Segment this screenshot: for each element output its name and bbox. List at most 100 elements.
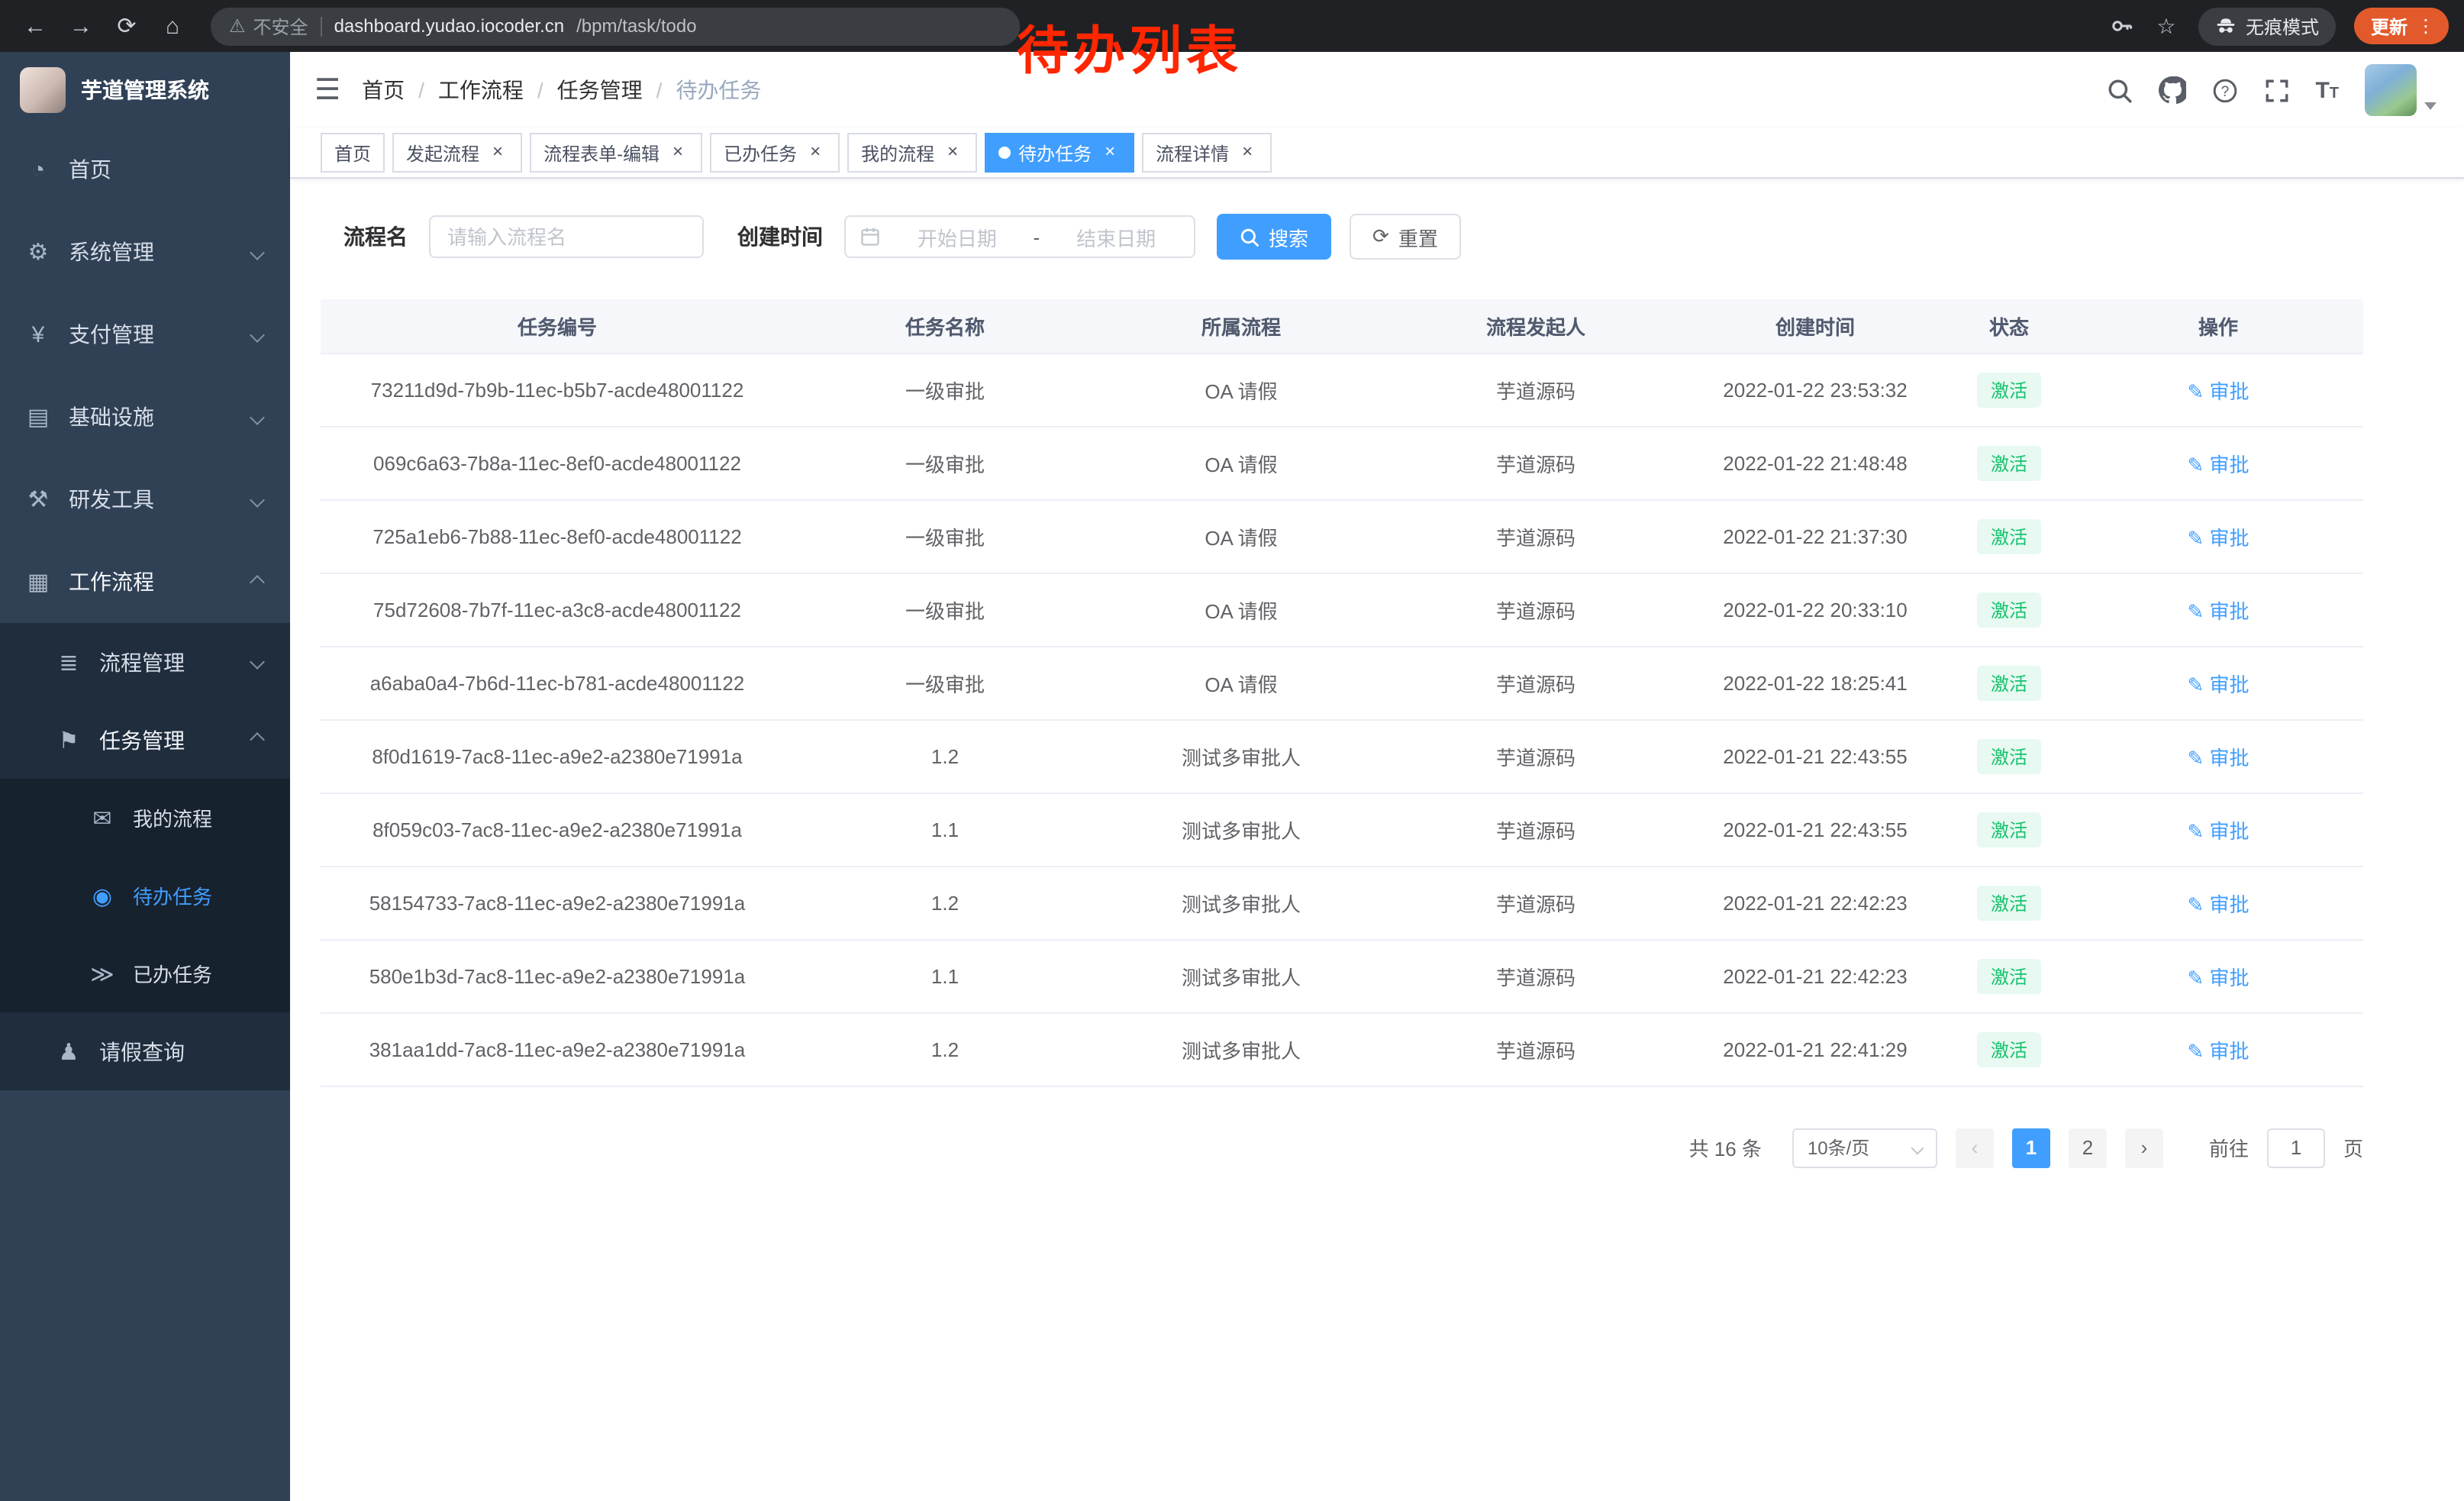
page-size-select[interactable]: 10条/页 (1792, 1128, 1937, 1167)
sidebar-toggle-button[interactable] (314, 73, 340, 108)
chevron-down-icon (250, 244, 265, 260)
pagination: 共 16 条 10条/页 1 2 前往 页 (321, 1128, 2363, 1167)
action-cell: 审批 (2073, 1012, 2363, 1086)
fullscreen-icon[interactable] (2263, 77, 2289, 103)
url-domain: dashboard.yudao.iocoder.cn (334, 15, 565, 37)
tab-close-icon[interactable] (667, 142, 689, 163)
tab-label: 发起流程 (406, 140, 479, 166)
sidebar-item-todo-tasks[interactable]: 待办任务 (0, 857, 290, 934)
date-range-picker[interactable]: 开始日期 - 结束日期 (844, 215, 1195, 258)
approve-link[interactable]: 审批 (2187, 673, 2249, 696)
task-management-icon (55, 726, 82, 754)
tab-process-detail[interactable]: 流程详情 (1142, 133, 1272, 173)
tab-close-icon[interactable] (487, 142, 508, 163)
sidebar-item-label: 任务管理 (99, 725, 185, 755)
tab-close-icon[interactable] (805, 142, 826, 163)
tab-close-icon[interactable] (1237, 142, 1258, 163)
person-icon (55, 1038, 82, 1065)
process-name-input[interactable] (429, 215, 704, 258)
approve-link[interactable]: 审批 (2187, 966, 2249, 989)
browser-menu-icon[interactable] (2417, 15, 2435, 37)
task-name-cell: 1.1 (794, 939, 1096, 1012)
next-page-button[interactable] (2125, 1128, 2163, 1167)
browser-update-button[interactable]: 更新 (2354, 8, 2449, 44)
sidebar-item-workflow[interactable]: 工作流程 (0, 541, 290, 623)
password-key-icon[interactable] (2110, 14, 2143, 38)
github-icon[interactable] (2158, 76, 2185, 104)
user-menu[interactable] (2365, 64, 2437, 116)
tab-start-process[interactable]: 发起流程 (392, 133, 522, 173)
approve-link[interactable]: 审批 (2187, 599, 2249, 622)
tab-close-icon[interactable] (942, 142, 963, 163)
approve-link[interactable]: 审批 (2187, 819, 2249, 842)
breadcrumb-separator: / (418, 78, 424, 102)
sidebar-item-my-process[interactable]: 我的流程 (0, 779, 290, 857)
approve-link[interactable]: 审批 (2187, 893, 2249, 915)
approve-link[interactable]: 审批 (2187, 453, 2249, 476)
approve-link[interactable]: 审批 (2187, 746, 2249, 769)
bookmark-star-icon[interactable] (2150, 13, 2183, 39)
sidebar-item-infrastructure[interactable]: 基础设施 (0, 376, 290, 458)
breadcrumb-item-home[interactable]: 首页 (362, 75, 405, 105)
browser-home-icon[interactable] (153, 6, 192, 46)
prev-page-button[interactable] (1956, 1128, 1994, 1167)
breadcrumb-item-workflow[interactable]: 工作流程 (438, 75, 524, 105)
tab-done-tasks[interactable]: 已办任务 (710, 133, 840, 173)
status-cell: 激活 (1945, 426, 2073, 499)
start-date-placeholder[interactable]: 开始日期 (893, 222, 1021, 251)
search-icon[interactable] (2106, 77, 2132, 103)
process-cell: OA 请假 (1096, 499, 1386, 573)
page-content: 流程名 创建时间 开始日期 - 结束日期 (290, 179, 2464, 1167)
tab-my-process[interactable]: 我的流程 (847, 133, 977, 173)
sidebar-item-leave-query[interactable]: 请假查询 (0, 1012, 290, 1090)
process-cell: 测试多审批人 (1096, 939, 1386, 1012)
sidebar-item-system-management[interactable]: 系统管理 (0, 211, 290, 293)
tab-home[interactable]: 首页 (321, 133, 385, 173)
task-table: 任务编号 任务名称 所属流程 流程发起人 创建时间 状态 操作 73211d9d… (321, 299, 2363, 1086)
page-button-1[interactable]: 1 (2012, 1128, 2050, 1167)
incognito-badge: 无痕模式 (2198, 7, 2336, 45)
search-button[interactable]: 搜索 (1217, 214, 1331, 260)
task-name-cell: 一级审批 (794, 499, 1096, 573)
goto-page-input[interactable] (2267, 1128, 2325, 1167)
browser-back-icon[interactable] (15, 6, 55, 46)
sidebar-item-task-management[interactable]: 任务管理 (0, 701, 290, 779)
avatar[interactable] (2365, 64, 2417, 116)
end-date-placeholder[interactable]: 结束日期 (1052, 222, 1180, 251)
breadcrumb-item-task-management[interactable]: 任务管理 (557, 75, 643, 105)
sidebar-item-label: 研发工具 (69, 484, 154, 515)
action-cell: 审批 (2073, 499, 2363, 573)
starter-cell: 芋道源码 (1386, 1012, 1685, 1086)
address-bar[interactable]: 不安全 dashboard.yudao.iocoder.cn /bpm/task… (211, 7, 1020, 45)
starter-cell: 芋道源码 (1386, 573, 1685, 646)
status-badge: 激活 (1977, 445, 2041, 480)
tab-todo-tasks[interactable]: 待办任务 (985, 133, 1134, 173)
tab-close-icon[interactable] (1099, 142, 1121, 163)
table-row: 73211d9d-7b9b-11ec-b5b7-acde48001122一级审批… (321, 353, 2363, 426)
task-id-cell: 8f0d1619-7ac8-11ec-a9e2-a2380e71991a (321, 719, 794, 792)
font-size-icon[interactable]: TT (2315, 77, 2339, 103)
sidebar-item-dev-tools[interactable]: 研发工具 (0, 458, 290, 541)
chevron-up-icon (250, 732, 265, 747)
reset-button-label: 重置 (1398, 222, 1438, 251)
sidebar-item-payment-management[interactable]: 支付管理 (0, 293, 290, 376)
browser-reload-icon[interactable] (107, 6, 147, 46)
approve-link[interactable]: 审批 (2187, 379, 2249, 402)
starter-cell: 芋道源码 (1386, 719, 1685, 792)
sidebar-item-home[interactable]: 首页 (0, 128, 290, 211)
sidebar-item-process-management[interactable]: 流程管理 (0, 623, 290, 701)
status-cell: 激活 (1945, 939, 2073, 1012)
sidebar-item-label: 基础设施 (69, 402, 154, 432)
tab-process-form-edit[interactable]: 流程表单-编辑 (530, 133, 702, 173)
reset-button[interactable]: 重置 (1350, 214, 1461, 260)
double-check-icon (89, 960, 116, 987)
edit-icon (2187, 673, 2209, 696)
approve-link[interactable]: 审批 (2187, 526, 2249, 549)
page-button-2[interactable]: 2 (2069, 1128, 2107, 1167)
created-time-cell: 2022-01-21 22:41:29 (1685, 1012, 1945, 1086)
status-cell: 激活 (1945, 866, 2073, 939)
help-icon[interactable]: ? (2211, 77, 2237, 103)
browser-forward-icon[interactable] (61, 6, 101, 46)
approve-link[interactable]: 审批 (2187, 1039, 2249, 1062)
sidebar-item-done-tasks[interactable]: 已办任务 (0, 934, 290, 1012)
